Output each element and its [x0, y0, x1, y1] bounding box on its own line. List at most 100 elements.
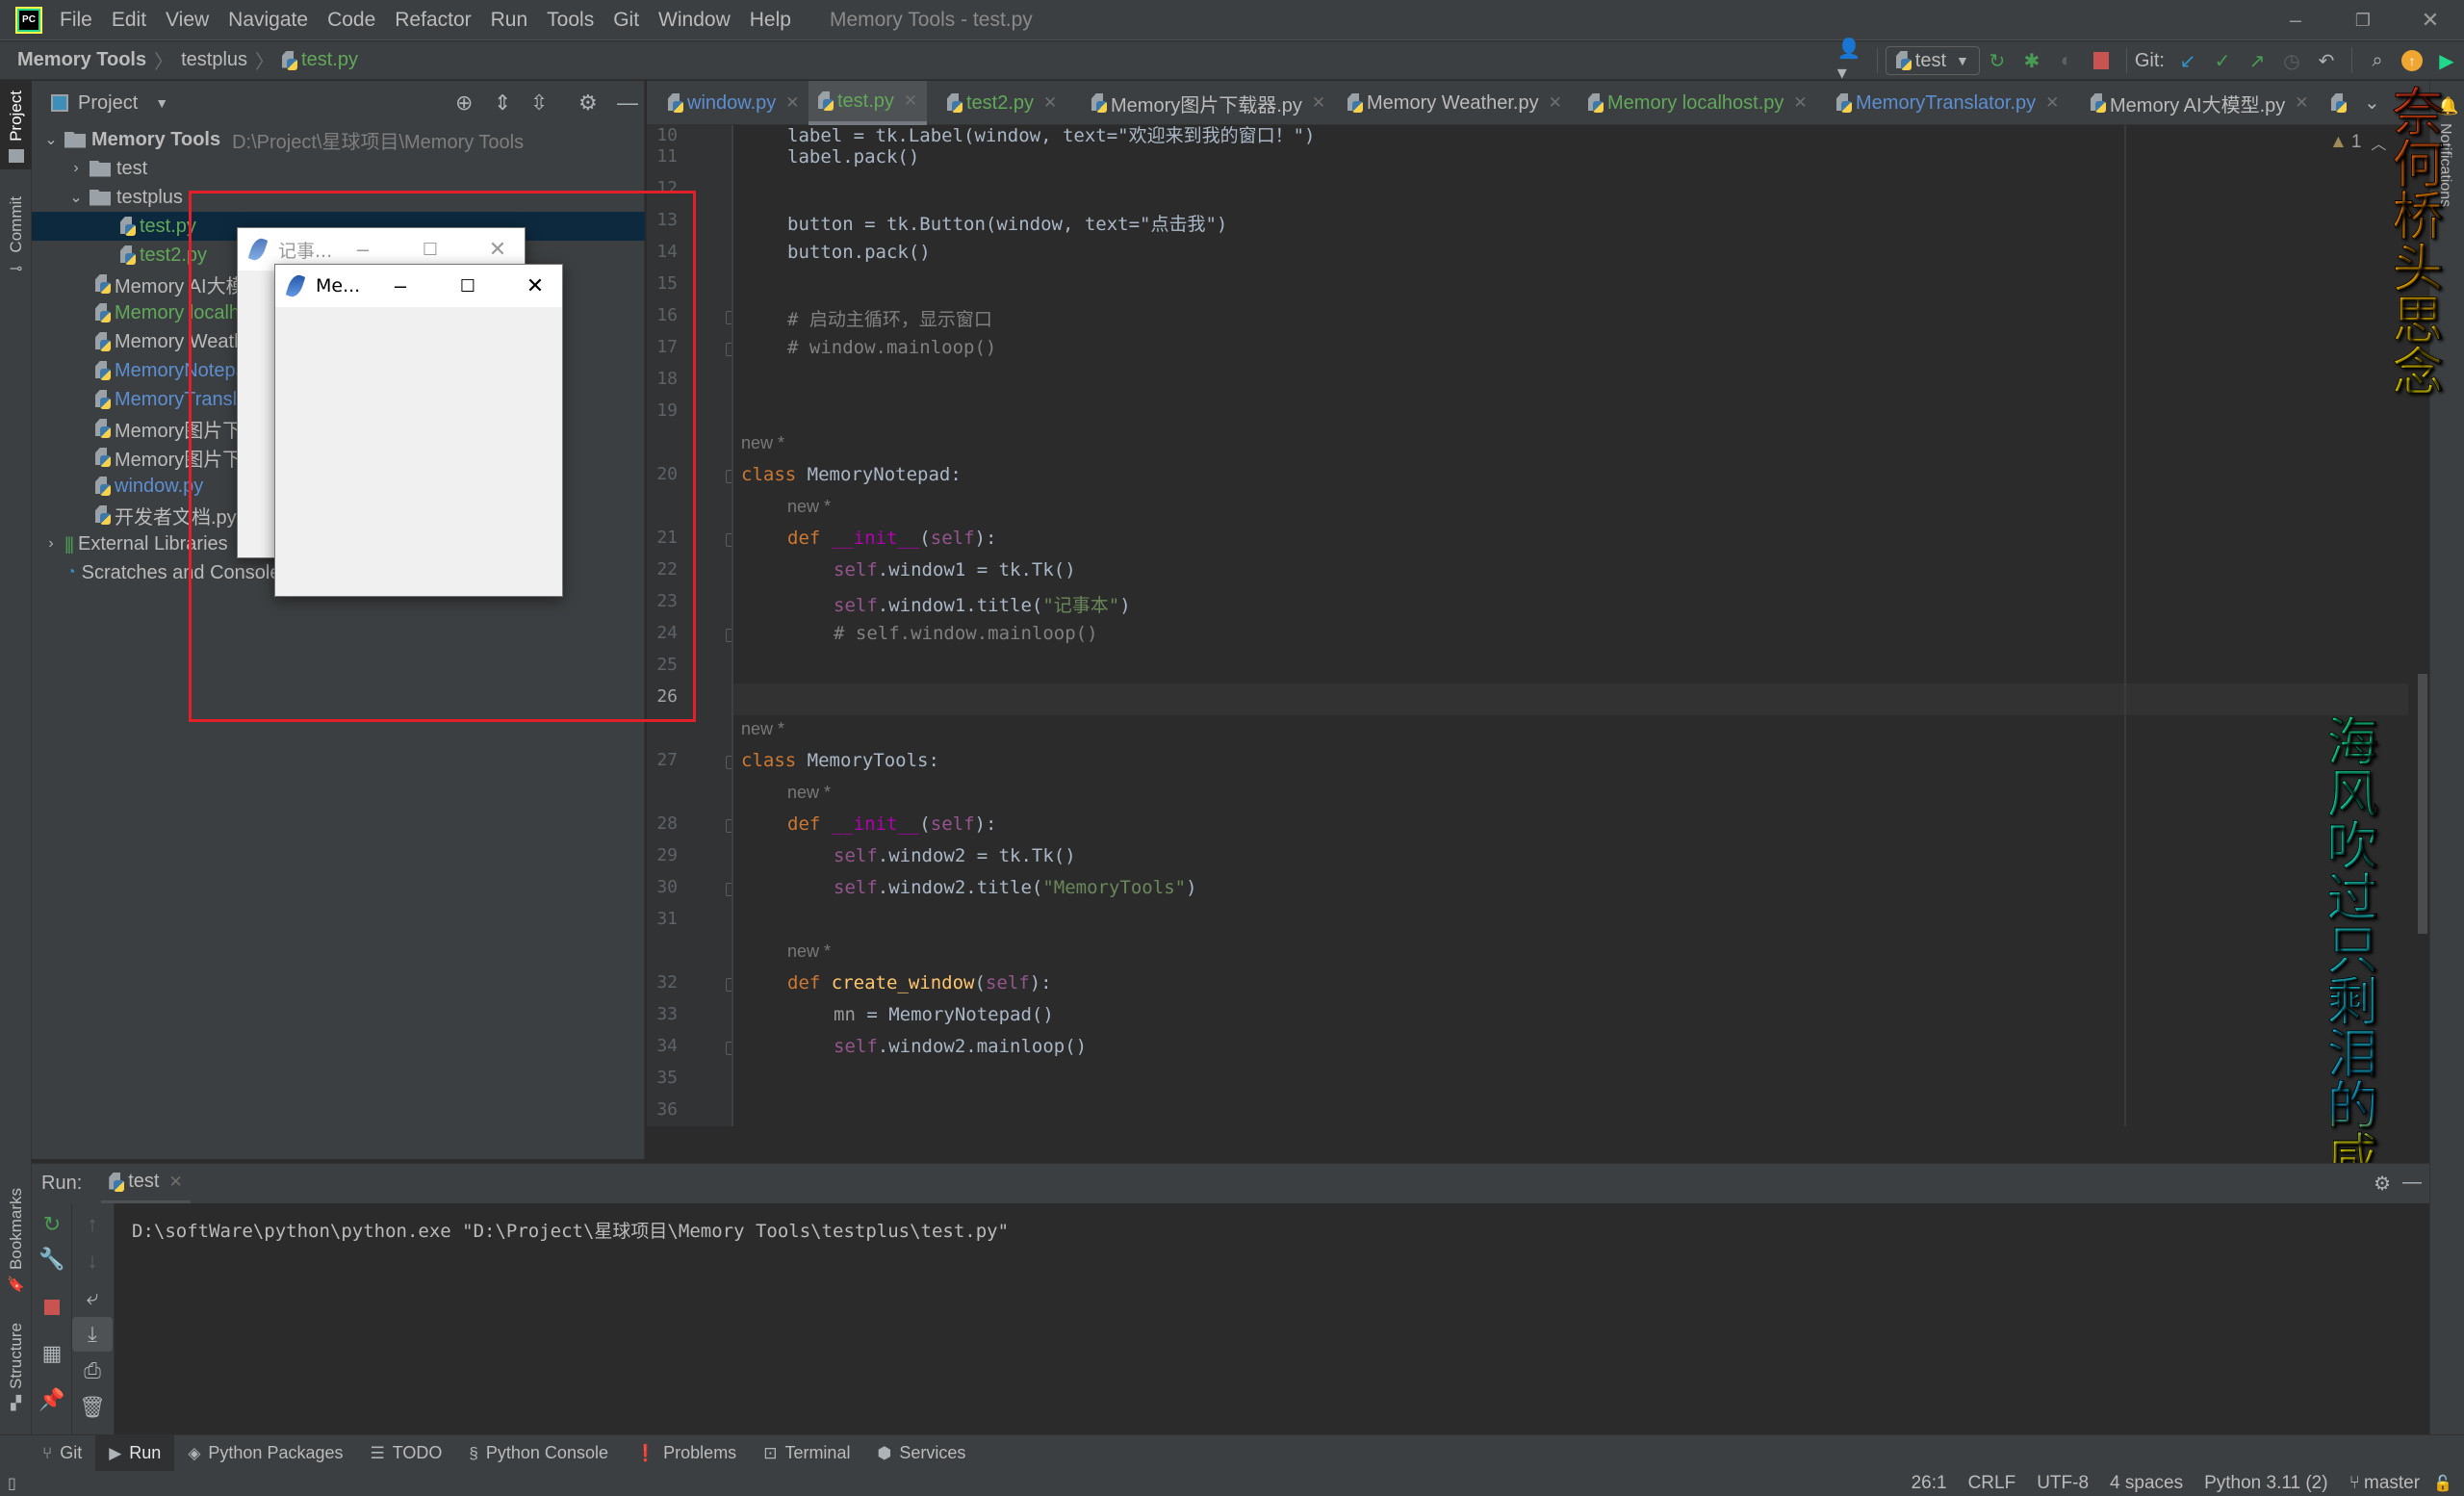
tool-tab-bookmarks[interactable]: Bookmarks 🔖 [0, 1188, 32, 1294]
coverage-icon[interactable]: ◐ [2052, 46, 2081, 75]
git-history-icon[interactable]: ◷ [2277, 46, 2306, 75]
git-commit-icon[interactable]: ✓ [2208, 46, 2237, 75]
chevron-right-icon[interactable]: › [41, 535, 61, 553]
tool-tab-project[interactable]: Project [0, 81, 32, 169]
project-panel-title[interactable]: Project [78, 92, 138, 115]
restore-button[interactable]: ❐ [2329, 0, 2397, 40]
inlay-hint[interactable]: new * [787, 941, 831, 962]
git-push-icon[interactable]: ↗ [2243, 46, 2272, 75]
file-encoding[interactable]: UTF-8 [2037, 1473, 2089, 1494]
close-tab-icon[interactable]: ✕ [169, 1173, 183, 1192]
close-window-button[interactable]: ✕ [2397, 0, 2464, 40]
close-tab-icon[interactable]: ✕ [1793, 93, 1807, 113]
rerun-icon[interactable]: ↻ [1983, 46, 2012, 75]
menu-code[interactable]: Code [327, 9, 375, 32]
show-hidden-tabs-icon[interactable]: ⌄ [2364, 90, 2380, 115]
close-tab-icon[interactable]: ✕ [1043, 93, 1057, 113]
indent-setting[interactable]: 4 spaces [2110, 1473, 2183, 1494]
menu-git[interactable]: Git [613, 9, 639, 32]
menu-view[interactable]: View [166, 9, 209, 32]
menu-tools[interactable]: Tools [547, 9, 594, 32]
toggle-tool-windows-icon[interactable]: ▯ [8, 1474, 16, 1493]
trash-icon[interactable]: 🗑 [72, 1390, 113, 1425]
close-tab-icon[interactable]: ✕ [904, 91, 917, 111]
inlay-hint[interactable]: new * [741, 433, 784, 453]
chevron-down-icon[interactable]: ▼ [155, 95, 168, 111]
menu-help[interactable]: Help [750, 9, 791, 32]
layout-icon[interactable]: ▦ [32, 1336, 72, 1371]
tree-item-folder[interactable]: › test [32, 154, 645, 183]
inlay-hint[interactable]: new * [787, 497, 831, 517]
code-with-me-icon[interactable]: ▶ [2432, 46, 2461, 75]
editor-tab[interactable]: Memory AI大模型.py ✕ [2081, 81, 2319, 125]
gear-icon[interactable]: ⚙ [2374, 1172, 2391, 1196]
tk-minimize-button[interactable]: – [372, 265, 429, 307]
close-tab-icon[interactable]: ✕ [2045, 93, 2059, 113]
run-tab[interactable]: test ✕ [101, 1164, 191, 1204]
account-icon[interactable]: 👤▾ [1837, 39, 1866, 84]
gear-icon[interactable]: ⚙ [578, 90, 598, 116]
tool-tab-run[interactable]: ▶ Run [95, 1434, 175, 1472]
scrollbar-thumb[interactable] [2418, 674, 2427, 934]
arrow-up-icon[interactable]: ↑ [72, 1207, 113, 1242]
menu-run[interactable]: Run [491, 9, 528, 32]
tool-tab-structure[interactable]: Structure ▞ [0, 1323, 32, 1429]
collapse-all-icon[interactable]: ⇳ [530, 90, 548, 116]
breadcrumb-file[interactable]: test.py [301, 49, 358, 71]
tk-window-titlebar[interactable]: Me... – ☐ ✕ [275, 265, 562, 307]
tool-tab-terminal[interactable]: ⊡ Terminal [750, 1435, 863, 1472]
chevron-down-icon[interactable]: ⌄ [66, 188, 86, 207]
tool-tab-problems[interactable]: ❗ Problems [622, 1435, 750, 1472]
chevron-right-icon[interactable]: › [66, 160, 86, 177]
breadcrumb-folder[interactable]: testplus [181, 49, 247, 71]
chevron-down-icon[interactable]: ⌄ [41, 130, 61, 149]
pin-icon[interactable]: 📌 [32, 1382, 72, 1417]
breadcrumb-project[interactable]: Memory Tools [17, 49, 146, 71]
menu-file[interactable]: File [60, 9, 92, 32]
editor-tab[interactable]: test2.py ✕ [937, 81, 1066, 125]
close-tab-icon[interactable]: ✕ [1549, 93, 1562, 113]
tool-tab-todo[interactable]: ☰ TODO [357, 1435, 456, 1472]
arrow-down-icon[interactable]: ↓ [72, 1244, 113, 1278]
stop-icon[interactable] [2087, 46, 2116, 75]
menu-edit[interactable]: Edit [112, 9, 146, 32]
close-tab-icon[interactable]: ✕ [1312, 93, 1325, 113]
hide-panel-icon[interactable]: — [2402, 1172, 2422, 1194]
editor-tab-overflow[interactable] [2322, 81, 2360, 125]
git-update-icon[interactable]: ↙ [2173, 46, 2202, 75]
editor-tab[interactable]: Memory图片下载器.py ✕ [1082, 81, 1335, 125]
git-rollback-icon[interactable]: ↶ [2312, 46, 2341, 75]
soft-wrap-icon[interactable]: ⤶ [72, 1280, 113, 1315]
tk-close-button[interactable]: ✕ [506, 265, 564, 307]
tool-tab-python-packages[interactable]: ◈ Python Packages [174, 1435, 356, 1472]
search-icon[interactable]: ⌕ [2363, 46, 2392, 75]
wrench-icon[interactable]: 🔧 [32, 1242, 72, 1277]
tree-item-folder[interactable]: ⌄ testplus [32, 183, 645, 212]
expand-all-icon[interactable]: ⇕ [494, 90, 511, 116]
tool-tab-git[interactable]: ⑂ Git [29, 1435, 95, 1472]
hide-panel-icon[interactable]: — [617, 90, 638, 116]
print-icon[interactable]: ⎙ [72, 1354, 113, 1388]
tool-tab-commit[interactable]: Commit ⊸ [0, 196, 32, 293]
run-configuration-selector[interactable]: test ▼ [1885, 46, 1980, 75]
close-tab-icon[interactable]: ✕ [785, 93, 799, 113]
rerun-icon[interactable]: ↻ [32, 1207, 72, 1242]
run-console[interactable]: D:\softWare\python\python.exe "D:\Projec… [115, 1203, 2429, 1434]
close-tab-icon[interactable]: ✕ [2295, 93, 2308, 113]
tool-tab-services[interactable]: ⬢ Services [863, 1435, 979, 1472]
menu-navigate[interactable]: Navigate [228, 9, 308, 32]
menu-refactor[interactable]: Refactor [395, 9, 471, 32]
ide-update-icon[interactable]: ↑ [2398, 46, 2426, 75]
git-branch[interactable]: master [2364, 1473, 2420, 1494]
inspection-widget[interactable]: ▲ 1 ︿ [2329, 131, 2386, 154]
stop-icon[interactable] [32, 1290, 72, 1325]
editor-tab-active[interactable]: test.py ✕ [808, 81, 928, 125]
tk-maximize-button[interactable]: ☐ [439, 265, 497, 307]
debug-icon[interactable]: ✱ [2017, 46, 2046, 75]
menu-window[interactable]: Window [658, 9, 731, 32]
editor-tab[interactable]: window.py ✕ [658, 81, 809, 125]
inlay-hint[interactable]: new * [741, 719, 784, 739]
locate-file-icon[interactable]: ⊕ [455, 90, 473, 116]
editor-tab[interactable]: MemoryTranslator.py ✕ [1827, 81, 2068, 125]
inlay-hint[interactable]: new * [787, 783, 831, 803]
